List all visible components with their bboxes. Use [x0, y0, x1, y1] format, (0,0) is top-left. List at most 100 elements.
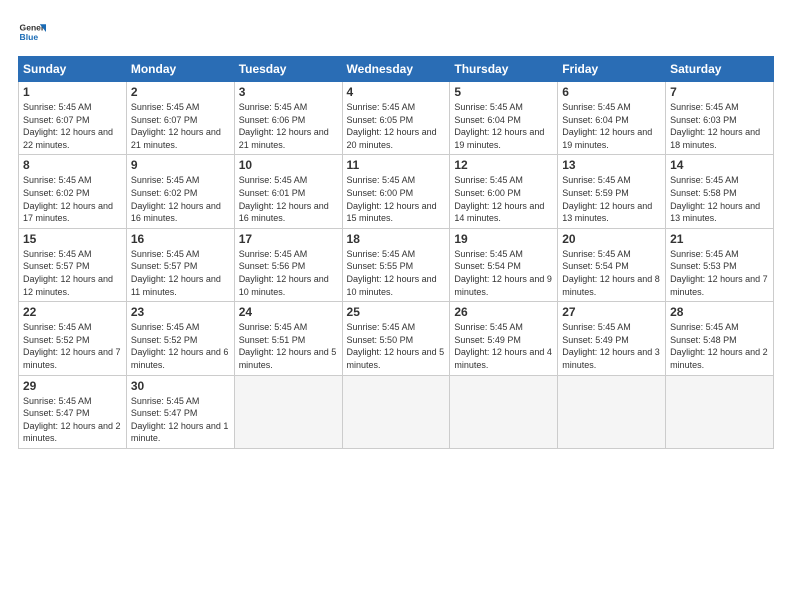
- cell-info: Sunrise: 5:45 AMSunset: 6:04 PMDaylight:…: [454, 102, 544, 150]
- table-row: 22Sunrise: 5:45 AMSunset: 5:52 PMDayligh…: [19, 302, 774, 375]
- cell-info: Sunrise: 5:45 AMSunset: 5:59 PMDaylight:…: [562, 175, 652, 223]
- cell-info: Sunrise: 5:45 AMSunset: 5:56 PMDaylight:…: [239, 249, 329, 297]
- calendar-cell: 4Sunrise: 5:45 AMSunset: 6:05 PMDaylight…: [342, 82, 450, 155]
- cell-info: Sunrise: 5:45 AMSunset: 6:02 PMDaylight:…: [23, 175, 113, 223]
- calendar-cell: 10 Sunrise: 5:45 AMSunset: 6:01 PMDayligh…: [234, 155, 342, 228]
- calendar-cell: 28 Sunrise: 5:45 AMSunset: 5:48 PMDayligh…: [666, 302, 774, 375]
- calendar-cell: 17 Sunrise: 5:45 AMSunset: 5:56 PMDayligh…: [234, 228, 342, 301]
- cell-info: Sunrise: 5:45 AMSunset: 6:07 PMDaylight:…: [23, 102, 113, 150]
- calendar-cell: 7Sunrise: 5:45 AMSunset: 6:03 PMDaylight…: [666, 82, 774, 155]
- calendar-cell: [450, 375, 558, 448]
- col-sunday: Sunday: [19, 57, 127, 82]
- day-number: 13: [562, 158, 661, 172]
- cell-info: Sunrise: 5:45 AMSunset: 6:01 PMDaylight:…: [239, 175, 329, 223]
- logo-icon: General Blue: [18, 18, 46, 46]
- cell-info: Sunrise: 5:45 AMSunset: 6:07 PMDaylight:…: [131, 102, 221, 150]
- day-number: 29: [23, 379, 122, 393]
- calendar-cell: 11Sunrise: 5:45 AMSunset: 6:00 PMDayligh…: [342, 155, 450, 228]
- day-number: 2: [131, 85, 230, 99]
- calendar-cell: 22Sunrise: 5:45 AMSunset: 5:52 PMDayligh…: [19, 302, 127, 375]
- calendar-cell: 25 Sunrise: 5:45 AMSunset: 5:50 PMDayligh…: [342, 302, 450, 375]
- main-container: General Blue Sunday Monday Tuesday Wedne…: [0, 0, 792, 459]
- day-number: 5: [454, 85, 553, 99]
- col-wednesday: Wednesday: [342, 57, 450, 82]
- calendar-table: Sunday Monday Tuesday Wednesday Thursday…: [18, 56, 774, 449]
- calendar-cell: 16Sunrise: 5:45 AMSunset: 5:57 PMDayligh…: [126, 228, 234, 301]
- cell-info: Sunrise: 5:45 AMSunset: 6:02 PMDaylight:…: [131, 175, 221, 223]
- day-number: 23: [131, 305, 230, 319]
- calendar-cell: 21 Sunrise: 5:45 AMSunset: 5:53 PMDayligh…: [666, 228, 774, 301]
- svg-text:General: General: [20, 22, 46, 32]
- day-number: 14: [670, 158, 769, 172]
- calendar-cell: 14 Sunrise: 5:45 AMSunset: 5:58 PMDayligh…: [666, 155, 774, 228]
- calendar-cell: 27 Sunrise: 5:45 AMSunset: 5:49 PMDayligh…: [558, 302, 666, 375]
- day-number: 15: [23, 232, 122, 246]
- calendar-cell: 3 Sunrise: 5:45 AMSunset: 6:06 PMDaylight…: [234, 82, 342, 155]
- cell-info: Sunrise: 5:45 AMSunset: 5:57 PMDaylight:…: [23, 249, 113, 297]
- cell-info: Sunrise: 5:45 AMSunset: 5:49 PMDaylight:…: [562, 322, 660, 370]
- calendar-cell: 20 Sunrise: 5:45 AMSunset: 5:54 PMDayligh…: [558, 228, 666, 301]
- cell-info: Sunrise: 5:45 AMSunset: 5:50 PMDaylight:…: [347, 322, 445, 370]
- cell-info: Sunrise: 5:45 AMSunset: 5:47 PMDaylight:…: [131, 396, 229, 444]
- cell-info: Sunrise: 5:45 AMSunset: 5:54 PMDaylight:…: [454, 249, 552, 297]
- calendar-cell: 13 Sunrise: 5:45 AMSunset: 5:59 PMDayligh…: [558, 155, 666, 228]
- day-number: 21: [670, 232, 769, 246]
- col-tuesday: Tuesday: [234, 57, 342, 82]
- col-friday: Friday: [558, 57, 666, 82]
- calendar-cell: 26 Sunrise: 5:45 AMSunset: 5:49 PMDayligh…: [450, 302, 558, 375]
- calendar-cell: 23 Sunrise: 5:45 AMSunset: 5:52 PMDayligh…: [126, 302, 234, 375]
- day-number: 24: [239, 305, 338, 319]
- calendar-cell: 1Sunrise: 5:45 AMSunset: 6:07 PMDaylight…: [19, 82, 127, 155]
- cell-info: Sunrise: 5:45 AMSunset: 5:52 PMDaylight:…: [131, 322, 229, 370]
- calendar-cell: [666, 375, 774, 448]
- calendar-cell: [234, 375, 342, 448]
- calendar-cell: 29Sunrise: 5:45 AMSunset: 5:47 PMDayligh…: [19, 375, 127, 448]
- calendar-cell: 9 Sunrise: 5:45 AMSunset: 6:02 PMDaylight…: [126, 155, 234, 228]
- calendar-cell: [558, 375, 666, 448]
- day-number: 19: [454, 232, 553, 246]
- table-row: 8Sunrise: 5:45 AMSunset: 6:02 PMDaylight…: [19, 155, 774, 228]
- table-row: 15 Sunrise: 5:45 AMSunset: 5:57 PMDayligh…: [19, 228, 774, 301]
- cell-info: Sunrise: 5:45 AMSunset: 5:51 PMDaylight:…: [239, 322, 337, 370]
- day-number: 28: [670, 305, 769, 319]
- calendar-cell: 8Sunrise: 5:45 AMSunset: 6:02 PMDaylight…: [19, 155, 127, 228]
- table-row: 29 Sunrise: 5:45 AMSunset: 5:47 PMDayligh…: [19, 375, 774, 448]
- header-row: Sunday Monday Tuesday Wednesday Thursday…: [19, 57, 774, 82]
- cell-info: Sunrise: 5:45 AMSunset: 5:53 PMDaylight:…: [670, 249, 768, 297]
- header: General Blue: [18, 18, 774, 46]
- col-saturday: Saturday: [666, 57, 774, 82]
- col-monday: Monday: [126, 57, 234, 82]
- calendar-cell: 15 Sunrise: 5:45 AMSunset: 5:57 PMDayligh…: [19, 228, 127, 301]
- calendar-cell: 2 Sunrise: 5:45 AMSunset: 6:07 PMDaylight…: [126, 82, 234, 155]
- calendar-cell: [342, 375, 450, 448]
- cell-info: Sunrise: 5:45 AMSunset: 5:54 PMDaylight:…: [562, 249, 660, 297]
- day-number: 26: [454, 305, 553, 319]
- logo: General Blue: [18, 18, 46, 46]
- cell-info: Sunrise: 5:45 AMSunset: 6:00 PMDaylight:…: [454, 175, 544, 223]
- calendar-cell: 12 Sunrise: 5:45 AMSunset: 6:00 PMDayligh…: [450, 155, 558, 228]
- day-number: 10: [239, 158, 338, 172]
- cell-info: Sunrise: 5:45 AMSunset: 6:03 PMDaylight:…: [670, 102, 760, 150]
- calendar-cell: 19 Sunrise: 5:45 AMSunset: 5:54 PMDayligh…: [450, 228, 558, 301]
- cell-info: Sunrise: 5:45 AMSunset: 6:06 PMDaylight:…: [239, 102, 329, 150]
- day-number: 25: [347, 305, 446, 319]
- calendar-cell: 6 Sunrise: 5:45 AMSunset: 6:04 PMDaylight…: [558, 82, 666, 155]
- day-number: 27: [562, 305, 661, 319]
- day-number: 3: [239, 85, 338, 99]
- day-number: 20: [562, 232, 661, 246]
- day-number: 17: [239, 232, 338, 246]
- day-number: 9: [131, 158, 230, 172]
- cell-info: Sunrise: 5:45 AMSunset: 5:49 PMDaylight:…: [454, 322, 552, 370]
- cell-info: Sunrise: 5:45 AMSunset: 5:52 PMDaylight:…: [23, 322, 121, 370]
- cell-info: Sunrise: 5:45 AMSunset: 6:05 PMDaylight:…: [347, 102, 437, 150]
- calendar-cell: 30Sunrise: 5:45 AMSunset: 5:47 PMDayligh…: [126, 375, 234, 448]
- calendar-cell: 5 Sunrise: 5:45 AMSunset: 6:04 PMDaylight…: [450, 82, 558, 155]
- col-thursday: Thursday: [450, 57, 558, 82]
- day-number: 6: [562, 85, 661, 99]
- cell-info: Sunrise: 5:45 AMSunset: 5:48 PMDaylight:…: [670, 322, 768, 370]
- cell-info: Sunrise: 5:45 AMSunset: 5:58 PMDaylight:…: [670, 175, 760, 223]
- calendar-cell: 18Sunrise: 5:45 AMSunset: 5:55 PMDayligh…: [342, 228, 450, 301]
- cell-info: Sunrise: 5:45 AMSunset: 6:04 PMDaylight:…: [562, 102, 652, 150]
- day-number: 12: [454, 158, 553, 172]
- calendar-cell: 24 Sunrise: 5:45 AMSunset: 5:51 PMDayligh…: [234, 302, 342, 375]
